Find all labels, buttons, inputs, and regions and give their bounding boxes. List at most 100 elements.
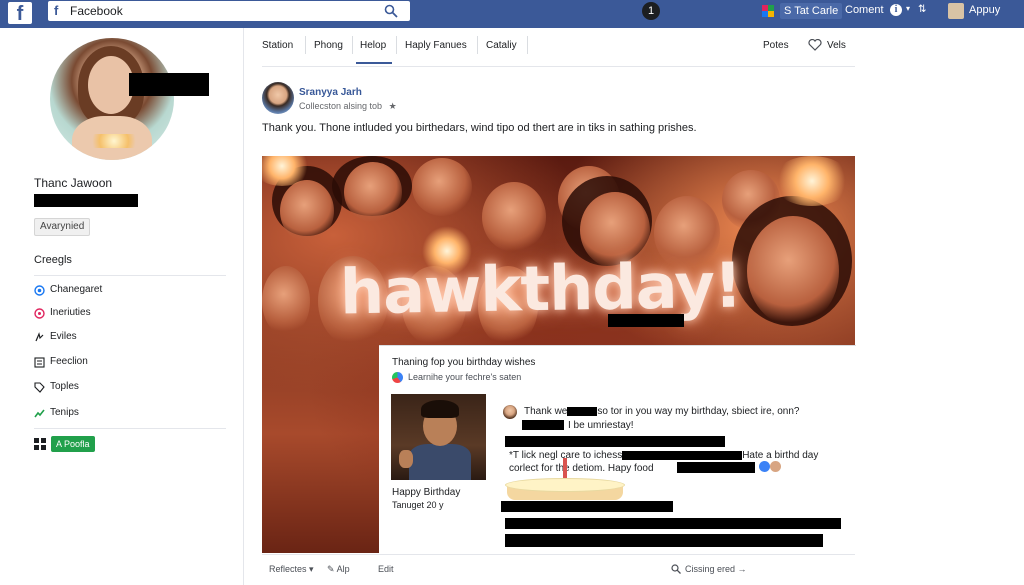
column-divider [243,28,244,585]
circle-c-icon [34,285,45,296]
shared-card[interactable]: Thaning fop you birthday wishes Learnihe… [379,345,856,554]
notification-count-badge[interactable]: 1 [642,2,660,20]
sidebar-item-toples[interactable]: Toples [34,380,234,396]
profile-face [88,56,134,114]
redaction-bar [505,534,823,547]
card-photo[interactable] [391,394,486,480]
redaction-bar [129,73,209,96]
tab-haply-fanues[interactable]: Haply Fanues [405,40,467,51]
green-badge-button[interactable]: A Poofla [51,436,95,452]
tab-separator [305,36,306,54]
tab-separator [396,36,397,54]
tab-separator [477,36,478,54]
redaction-bar [567,406,598,416]
avatar [770,461,781,472]
sidebar-item-chanegaret[interactable]: Chanegaret [34,283,234,299]
section-heading: Creegls [34,254,72,266]
photo-shirt [409,444,471,480]
sidebar-item-label: Feeclion [50,356,88,367]
tab-vels[interactable]: Vels [827,40,846,51]
post-meta: Collecston alsing tob ★ [299,101,397,112]
cake-top [505,478,625,492]
redaction-bar [677,462,755,473]
sidebar-item-label: Chanegaret [50,284,103,295]
author-avatar[interactable] [262,82,294,114]
post-body-text: Thank you. Thone intluded you birthedars… [262,122,697,134]
tab-potes[interactable]: Potes [763,40,789,51]
info-icon[interactable]: i [890,4,902,16]
candles-glow [86,134,142,148]
search-icon[interactable] [671,564,681,574]
comment-line: Thank we so tor in you way my birthday, s… [524,406,800,417]
star-icon: ★ [388,101,397,111]
redaction-bar [608,314,684,327]
crowd-face [482,182,546,252]
search-icon[interactable] [384,4,398,18]
avatar[interactable] [948,3,964,19]
search-input-value[interactable]: Facebook [70,4,123,18]
redaction-bar [505,518,841,529]
nav-comment-link[interactable]: Coment [845,4,884,16]
pen-icon: ✎ [327,564,335,574]
nav-apply-link[interactable]: Appuy [969,4,1000,16]
chevron-down-icon[interactable]: ▾ [906,4,914,14]
tag-icon [34,382,45,393]
top-navigation-bar: f f Facebook 1 S Tat Carle Coment i ▾ ⇅ … [0,0,1024,28]
sidebar-item-label: Eviles [50,331,77,342]
divider [34,275,226,276]
cake-image [505,458,625,500]
arrow-right-icon: → [737,564,747,574]
photo-caption: Happy Birthday [392,487,461,498]
audience-button[interactable]: Avarynied [34,218,91,236]
redaction-bar [622,450,743,460]
nav-stat-button[interactable]: S Tat Carle [780,3,843,19]
closing-link[interactable]: Cissing ered → [685,564,747,574]
tab-separator [527,36,528,54]
edit-button[interactable]: Edit [378,564,394,574]
colorful-app-icon[interactable] [762,5,774,17]
redaction-bar [34,194,138,207]
sidebar-item-label: Tenips [50,407,79,418]
sidebar-item-label: Toples [50,381,79,392]
tab-helop[interactable]: Helop [360,40,386,51]
profile-name[interactable]: Thanc Jawoon [34,176,112,190]
events-icon [35,332,44,342]
react-button[interactable]: Reflectes ▾ [269,564,314,575]
alp-button[interactable]: ✎ Alp [327,564,350,575]
crowd-face [344,162,402,222]
commenter-avatar[interactable] [503,405,517,419]
comment-line: *T lick negl care to ichess Hate a birthd… [509,450,818,461]
profile-picture[interactable] [50,38,174,160]
post-author-name[interactable]: Sranyya Jarh [299,87,362,98]
card-title[interactable]: Thaning fop you birthday wishes [392,357,535,368]
crowd-face [747,216,839,326]
divider [262,66,855,67]
crowd-face [262,266,310,336]
comment-line: corlect for the detiom. Hapy food [509,463,654,474]
photo-hair [421,400,459,418]
trend-icon [34,409,45,418]
tab-separator [352,36,353,54]
tab-station[interactable]: Station [262,40,293,51]
apps-grid-icon[interactable] [34,438,46,450]
candle-glow [772,156,852,206]
divider [262,554,855,555]
sidebar-item-tenips[interactable]: Tenips [34,406,234,422]
search-input[interactable]: f Facebook [48,1,410,21]
comment-text: Hate a birthd day [742,450,819,461]
sidebar-item-ineriuties[interactable]: Ineriuties [34,306,234,322]
globe-icon [392,372,403,383]
tab-phong[interactable]: Phong [314,40,343,51]
facebook-logo[interactable]: f [8,2,32,25]
reaction-avatars[interactable] [759,461,783,473]
chevron-down-icon: ▾ [309,564,314,574]
link-icon[interactable]: ⇅ [918,4,930,16]
tab-cataliy[interactable]: Cataliy [486,40,517,51]
avatar [759,461,770,472]
post-meta-text: Collecston alsing tob [299,101,383,111]
sidebar-item-eviles[interactable]: Eviles [34,330,234,346]
redaction-bar [505,436,725,447]
sidebar-item-feeclion[interactable]: Feeclion [34,355,234,371]
heart-icon[interactable] [808,39,822,51]
pin-icon [34,308,45,319]
